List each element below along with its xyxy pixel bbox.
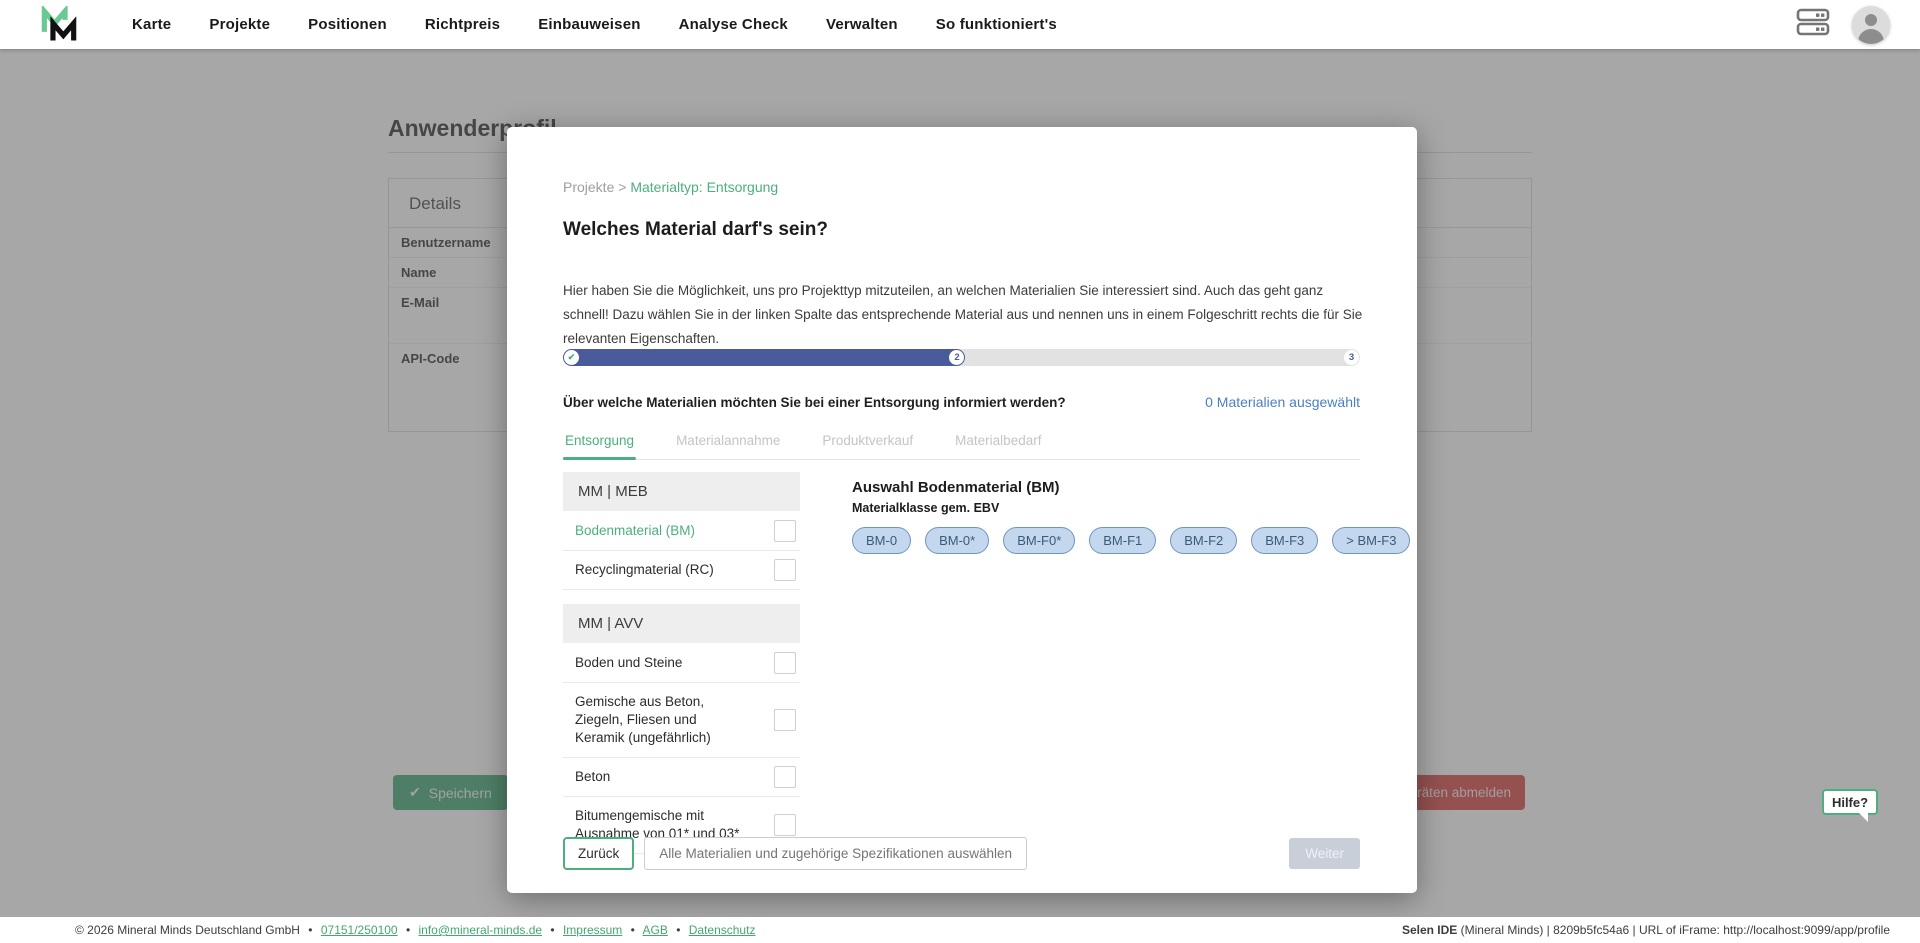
chip-bm-0-star[interactable]: BM-0* — [925, 527, 989, 554]
back-button[interactable]: Zurück — [563, 837, 634, 870]
progress-bar: ✔ 2 3 — [563, 349, 1360, 366]
question-text: Über welche Materialien möchten Sie bei … — [563, 395, 1066, 410]
material-label: Recyclingmaterial (RC) — [575, 558, 714, 582]
dialog-title: Welches Material darf's sein? — [563, 219, 828, 241]
material-label: Boden und Steine — [575, 651, 682, 675]
material-row-recyclingmaterial[interactable]: Recyclingmaterial (RC) — [563, 551, 800, 590]
footer-link-datenschutz[interactable]: Datenschutz — [689, 923, 756, 937]
material-checkbox[interactable] — [774, 766, 796, 788]
progress-step-1-check-icon: ✔ — [564, 350, 579, 365]
nav-item-analyse-check[interactable]: Analyse Check — [679, 16, 788, 33]
footer-link-impressum[interactable]: Impressum — [563, 923, 622, 937]
breadcrumb: Projekte > Materialtyp: Entsorgung — [563, 179, 778, 195]
material-row-boden-und-steine[interactable]: Boden und Steine — [563, 644, 800, 683]
nav-item-einbauweisen[interactable]: Einbauweisen — [538, 16, 640, 33]
tab-produktverkauf[interactable]: Produktverkauf — [820, 427, 915, 459]
nav-item-positionen[interactable]: Positionen — [308, 16, 387, 33]
material-checkbox[interactable] — [774, 652, 796, 674]
avatar-body-icon — [1858, 29, 1884, 44]
chip-bm-0[interactable]: BM-0 — [852, 527, 911, 554]
top-nav: Karte Projekte Positionen Richtpreis Ein… — [0, 0, 1920, 49]
group-header-mm-meb: MM | MEB — [563, 472, 800, 511]
progress-step-3: 3 — [1344, 350, 1359, 365]
tab-materialbedarf[interactable]: Materialbedarf — [953, 427, 1043, 459]
breadcrumb-separator: > — [618, 179, 630, 195]
select-all-button[interactable]: Alle Materialien und zugehörige Spezifik… — [644, 837, 1027, 870]
user-avatar[interactable] — [1852, 6, 1890, 44]
dialog-description: Hier haben Sie die Möglichkeit, uns pro … — [563, 279, 1363, 351]
material-row-bodenmaterial[interactable]: Bodenmaterial (BM) — [563, 512, 800, 551]
footer-left: © 2026 Mineral Minds Deutschland GmbH • … — [75, 923, 755, 937]
material-row-beton[interactable]: Beton — [563, 758, 800, 797]
progress-fill — [563, 349, 965, 366]
detail-panel-title: Auswahl Bodenmaterial (BM) — [852, 479, 1362, 496]
material-checkbox[interactable] — [774, 559, 796, 581]
footer-separator: • — [550, 923, 554, 937]
material-label: Gemische aus Beton, Ziegeln, Fliesen und… — [575, 690, 747, 750]
footer-separator: • — [676, 923, 680, 937]
material-label: Bodenmaterial (BM) — [575, 519, 695, 543]
material-type-tabs: Entsorgung Materialannahme Produktverkau… — [563, 427, 1360, 460]
server-icon[interactable] — [1796, 7, 1830, 42]
dialog-footer: Zurück Alle Materialien und zugehörige S… — [563, 837, 1360, 870]
footer-link-phone[interactable]: 07151/250100 — [321, 923, 398, 937]
material-checkbox[interactable] — [774, 520, 796, 542]
main-menu: Karte Projekte Positionen Richtpreis Ein… — [132, 16, 1057, 33]
selected-count-link[interactable]: 0 Materialien ausgewählt — [1205, 394, 1360, 410]
nav-item-karte[interactable]: Karte — [132, 16, 171, 33]
material-checkbox[interactable] — [774, 814, 796, 836]
material-checkbox[interactable] — [774, 709, 796, 731]
nav-item-so-funktionierts[interactable]: So funktioniert's — [936, 16, 1057, 33]
group-header-mm-avv: MM | AVV — [563, 604, 800, 643]
chip-bm-f1[interactable]: BM-F1 — [1089, 527, 1156, 554]
material-class-chips: BM-0 BM-0* BM-F0* BM-F1 BM-F2 BM-F3 > BM… — [852, 527, 1362, 554]
footer-separator: • — [308, 923, 312, 937]
breadcrumb-root[interactable]: Projekte — [563, 179, 614, 195]
iframe-info: (Mineral Minds) | 8209b5fc54a6 | URL of … — [1457, 923, 1890, 937]
footer-link-email[interactable]: info@mineral-minds.de — [418, 923, 542, 937]
chip-bm-f0-star[interactable]: BM-F0* — [1003, 527, 1075, 554]
ide-name: Selen IDE — [1402, 923, 1457, 937]
footer-separator: • — [406, 923, 410, 937]
material-detail-panel: Auswahl Bodenmaterial (BM) Materialklass… — [852, 479, 1362, 554]
tab-entsorgung[interactable]: Entsorgung — [563, 427, 636, 459]
material-selection-dialog: Projekte > Materialtyp: Entsorgung Welch… — [507, 127, 1417, 893]
copyright-text: © 2026 Mineral Minds Deutschland GmbH — [75, 923, 300, 937]
nav-item-verwalten[interactable]: Verwalten — [826, 16, 898, 33]
mineral-minds-logo-icon[interactable] — [40, 5, 80, 45]
nav-item-richtpreis[interactable]: Richtpreis — [425, 16, 500, 33]
page-footer: © 2026 Mineral Minds Deutschland GmbH • … — [0, 917, 1920, 943]
tab-materialannahme[interactable]: Materialannahme — [674, 427, 782, 459]
help-button[interactable]: Hilfe? — [1822, 789, 1878, 815]
chip-bm-f2[interactable]: BM-F2 — [1170, 527, 1237, 554]
material-list: MM | MEB Bodenmaterial (BM) Recyclingmat… — [563, 472, 800, 854]
chip-gt-bm-f3[interactable]: > BM-F3 — [1332, 527, 1410, 554]
footer-separator: • — [631, 923, 635, 937]
footer-link-agb[interactable]: AGB — [643, 923, 668, 937]
nav-item-projekte[interactable]: Projekte — [209, 16, 270, 33]
next-button[interactable]: Weiter — [1289, 838, 1360, 869]
material-label: Beton — [575, 765, 610, 789]
footer-right: Selen IDE (Mineral Minds) | 8209b5fc54a6… — [1402, 923, 1890, 937]
material-row-gemische[interactable]: Gemische aus Beton, Ziegeln, Fliesen und… — [563, 683, 800, 758]
chip-bm-f3[interactable]: BM-F3 — [1251, 527, 1318, 554]
breadcrumb-current: Materialtyp: Entsorgung — [630, 179, 778, 195]
avatar-head-icon — [1865, 14, 1877, 26]
detail-panel-subtitle: Materialklasse gem. EBV — [852, 501, 1362, 515]
